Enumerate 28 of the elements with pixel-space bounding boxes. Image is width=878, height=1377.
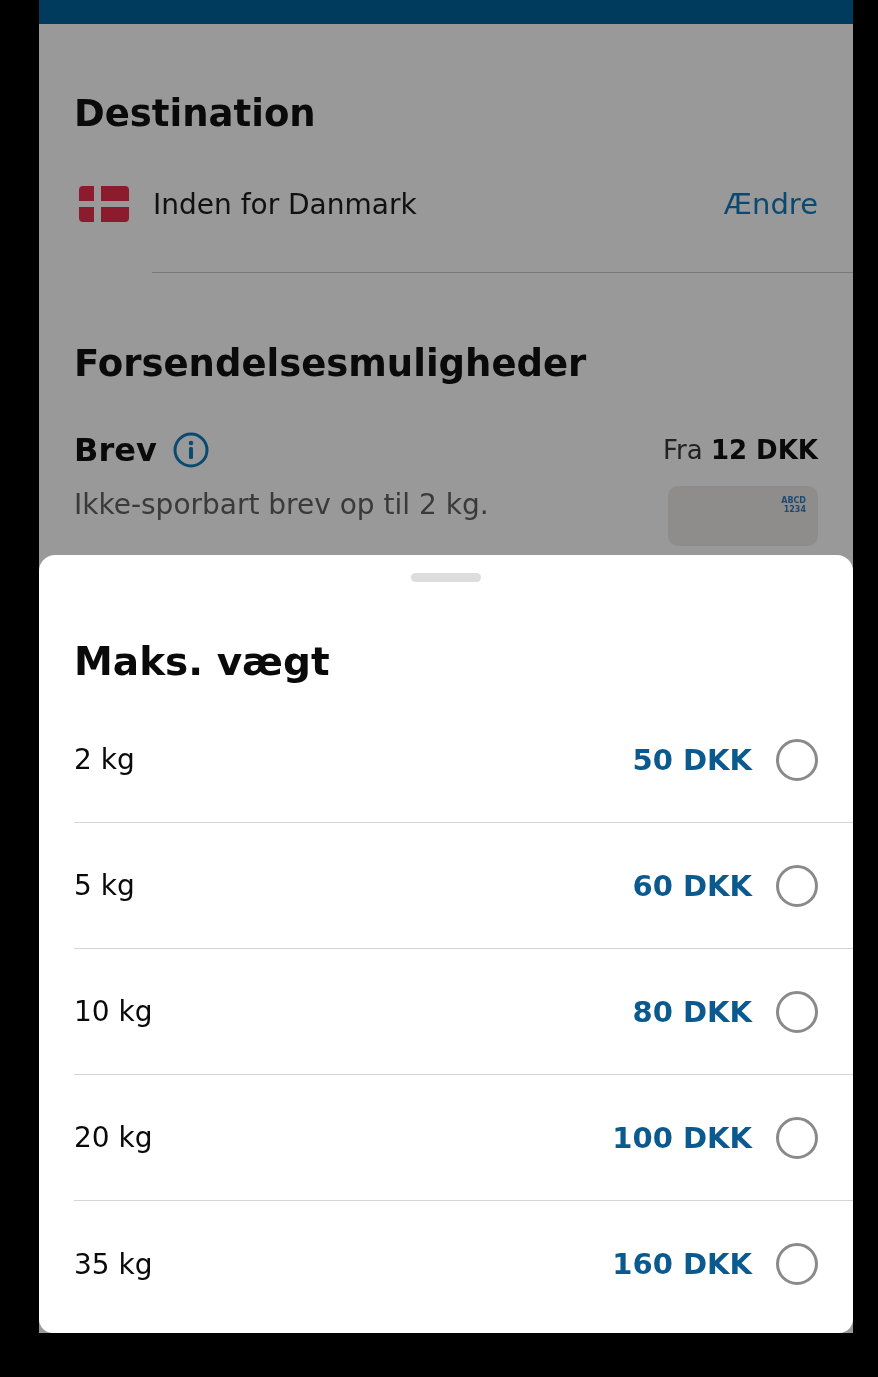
option-price: Fra 12 DKK bbox=[662, 435, 818, 465]
option-price: 60 DKK bbox=[632, 868, 752, 903]
radio-button[interactable] bbox=[776, 738, 818, 781]
option-price: 80 DKK bbox=[632, 994, 752, 1029]
radio-button[interactable] bbox=[776, 1116, 818, 1159]
option-name: Brev bbox=[74, 431, 157, 469]
destination-country: Inden for Danmark bbox=[153, 187, 418, 221]
radio-button[interactable] bbox=[776, 990, 818, 1033]
weight-label: 5 kg bbox=[74, 869, 136, 902]
section-title: Forsendelsesmuligheder bbox=[74, 341, 587, 385]
sheet-title: Maks. vægt bbox=[74, 637, 331, 686]
option-price: 50 DKK bbox=[632, 742, 752, 777]
drag-handle[interactable] bbox=[411, 573, 481, 582]
weight-label: 20 kg bbox=[74, 1121, 154, 1154]
weight-label: 10 kg bbox=[74, 995, 154, 1028]
section-title: Destination bbox=[74, 91, 316, 135]
flag-icon bbox=[79, 186, 129, 222]
option-price: 160 DKK bbox=[612, 1247, 752, 1281]
weight-label: 35 kg bbox=[74, 1247, 154, 1281]
radio-button[interactable] bbox=[776, 1243, 818, 1285]
label-text: 1234 bbox=[783, 505, 806, 514]
option-description: Ikke-sporbart brev op til 2 kg. bbox=[74, 488, 490, 521]
info-icon[interactable] bbox=[172, 432, 209, 468]
radio-button[interactable] bbox=[776, 864, 818, 907]
label-text: ABCD bbox=[781, 496, 806, 505]
weight-label: 2 kg bbox=[74, 743, 136, 776]
option-price: 100 DKK bbox=[612, 1120, 752, 1155]
change-link[interactable]: Ændre bbox=[723, 187, 818, 221]
